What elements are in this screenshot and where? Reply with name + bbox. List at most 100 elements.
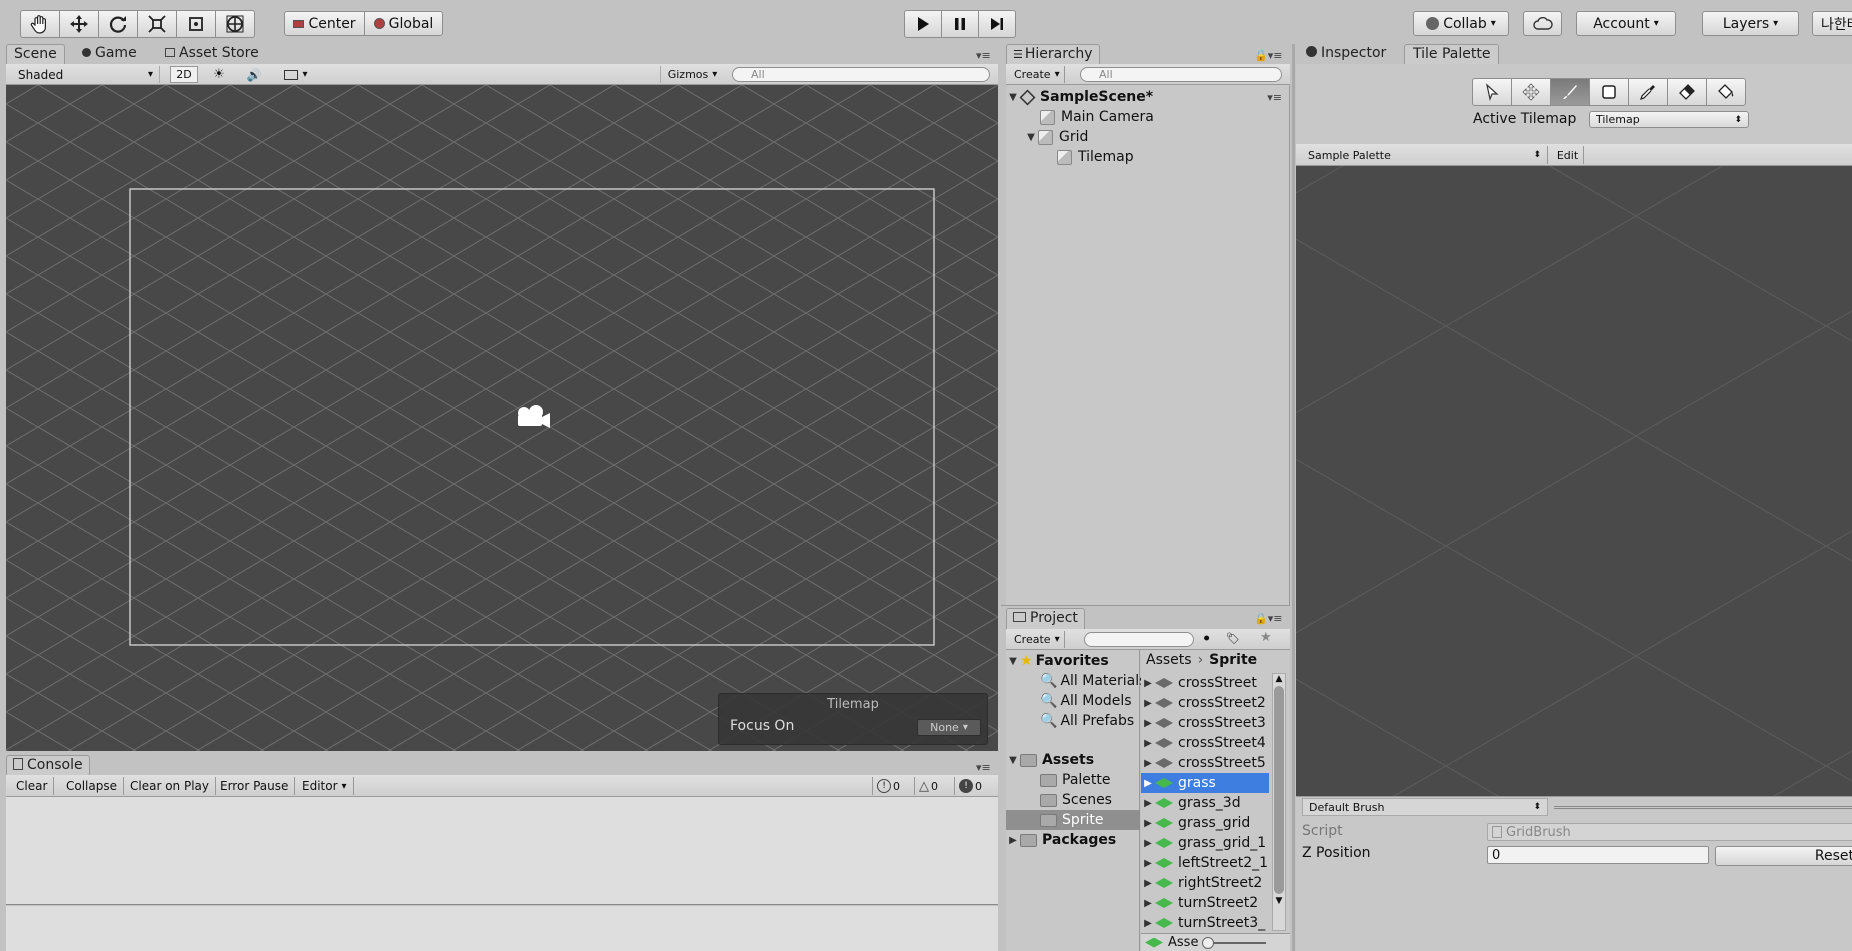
file-item[interactable]: ▶ crossStreet5	[1141, 753, 1269, 773]
file-item[interactable]: ▶ turnStreet3_	[1141, 913, 1269, 933]
filter-type-icon[interactable]: ⚫	[1202, 632, 1211, 645]
editor-dropdown[interactable]: Editor	[296, 777, 354, 795]
scene-search-input[interactable]: All	[732, 67, 990, 82]
account-dropdown[interactable]: Account	[1576, 11, 1676, 36]
panel-menu-icon[interactable]: ▾≡	[976, 49, 991, 62]
favorite-star-icon[interactable]: ★	[1260, 630, 1272, 645]
file-list-scrollbar[interactable]: ▲ ▼	[1272, 673, 1286, 931]
hierarchy-search-input[interactable]: All	[1080, 67, 1282, 82]
collapse-button[interactable]: Collapse	[60, 777, 124, 795]
project-create-dropdown[interactable]: Create	[1010, 631, 1065, 648]
file-item[interactable]: ▶ crossStreet	[1141, 673, 1269, 693]
tab-project[interactable]: Project	[1006, 608, 1085, 629]
rect-tool-button[interactable]	[176, 10, 216, 38]
palette-canvas[interactable]	[1296, 166, 1852, 796]
scroll-up-icon[interactable]: ▲	[1273, 674, 1285, 684]
layout-dropdown[interactable]: 나한테	[1812, 11, 1852, 36]
folder-item-scenes[interactable]: Scenes	[1040, 790, 1112, 810]
hand-tool-button[interactable]	[20, 10, 60, 38]
move-tool-button[interactable]	[59, 10, 99, 38]
effects-dropdown[interactable]: ▾	[276, 66, 316, 83]
2d-toggle-button[interactable]: 2D	[170, 66, 198, 83]
pivot-mode-button[interactable]: Center	[284, 11, 365, 36]
file-item[interactable]: ▶ crossStreet3	[1141, 713, 1269, 733]
tab-hierarchy[interactable]: ☰ Hierarchy	[1006, 44, 1100, 64]
clear-button[interactable]: Clear	[10, 777, 55, 795]
eraser-button[interactable]	[1667, 78, 1707, 106]
collab-dropdown[interactable]: Collab	[1413, 11, 1509, 36]
file-item[interactable]: ▶ grass_3d	[1141, 793, 1269, 813]
collapse-arrow-icon[interactable]: ▼	[1024, 132, 1038, 143]
lighting-toggle[interactable]: ☀	[205, 66, 233, 83]
tab-inspector[interactable]: Inspector	[1302, 44, 1390, 62]
cloud-button[interactable]	[1523, 11, 1562, 36]
hierarchy-create-dropdown[interactable]: Create	[1010, 66, 1065, 83]
scene-root-item[interactable]: ▼ SampleScene* ▾≡	[1006, 87, 1290, 107]
step-button[interactable]	[978, 10, 1016, 38]
scale-tool-button[interactable]	[137, 10, 177, 38]
file-item[interactable]: ▶ leftStreet2_1	[1141, 853, 1269, 873]
icon-size-slider[interactable]	[1202, 936, 1267, 949]
clear-on-play-button[interactable]: Clear on Play	[124, 777, 216, 795]
file-item-selected[interactable]: ▶ grass	[1141, 773, 1269, 793]
error-toggle[interactable]: ! 0	[954, 777, 994, 795]
scene-menu-icon[interactable]: ▾≡	[1267, 91, 1282, 104]
tab-tile-palette[interactable]: Tile Palette	[1404, 44, 1500, 64]
favorite-item-models[interactable]: 🔍 All Models	[1040, 691, 1132, 711]
rotate-tool-button[interactable]	[98, 10, 138, 38]
select-tool-button[interactable]	[1472, 78, 1512, 106]
packages-folder[interactable]: ▶ Packages	[1006, 830, 1116, 850]
file-item[interactable]: ▶ crossStreet4	[1141, 733, 1269, 753]
project-lock-icon[interactable]: 🔒▾≡	[1254, 612, 1282, 625]
audio-toggle[interactable]: 🔊	[240, 66, 268, 83]
brush-dropdown[interactable]: Default Brush ⬍	[1302, 798, 1548, 816]
favorites-section[interactable]: ▼ ★ Favorites	[1006, 651, 1109, 671]
file-item[interactable]: ▶ grass_grid	[1141, 813, 1269, 833]
move-selection-button[interactable]	[1511, 78, 1551, 106]
focus-on-dropdown[interactable]: None	[917, 719, 981, 736]
favorite-item-materials[interactable]: 🔍 All Materials	[1040, 671, 1146, 691]
file-item[interactable]: ▶ crossStreet2	[1141, 693, 1269, 713]
layers-dropdown[interactable]: Layers	[1702, 11, 1799, 36]
tab-console[interactable]: Console	[6, 755, 90, 775]
console-log-area[interactable]	[6, 797, 998, 905]
scroll-down-icon[interactable]: ▼	[1273, 896, 1285, 906]
gizmos-dropdown[interactable]: Gizmos	[660, 66, 724, 83]
shading-mode-dropdown[interactable]: Shaded	[12, 66, 160, 83]
favorite-item-prefabs[interactable]: 🔍 All Prefabs	[1040, 711, 1134, 731]
scrollbar-thumb[interactable]	[1274, 686, 1284, 894]
collapse-arrow-icon[interactable]: ▼	[1006, 92, 1020, 103]
collapse-arrow-icon[interactable]: ▼	[1006, 656, 1020, 667]
scene-viewport[interactable]: Tilemap Focus On None	[6, 85, 998, 751]
pivot-rotation-button[interactable]: Global	[364, 11, 443, 36]
reset-button[interactable]: Reset	[1715, 846, 1852, 866]
warning-toggle[interactable]: △ 0	[914, 777, 952, 795]
collapse-arrow-icon[interactable]: ▼	[1006, 755, 1020, 766]
project-search-input[interactable]	[1084, 632, 1194, 647]
folder-item-sprite[interactable]: Sprite	[1006, 810, 1140, 830]
expand-arrow-icon[interactable]: ▶	[1006, 835, 1020, 846]
file-item[interactable]: ▶ grass_grid_1	[1141, 833, 1269, 853]
folder-item-palette[interactable]: Palette	[1040, 770, 1111, 790]
file-item[interactable]: ▶ rightStreet2	[1141, 873, 1269, 893]
breadcrumb-assets[interactable]: Assets	[1146, 652, 1192, 668]
file-item[interactable]: ▶ turnStreet2	[1141, 893, 1269, 913]
z-position-input[interactable]: 0	[1487, 846, 1709, 864]
tab-scene[interactable]: Scene	[6, 44, 65, 64]
pause-button[interactable]	[941, 10, 979, 38]
tab-asset-store[interactable]: Asset Store	[163, 44, 261, 62]
log-toggle[interactable]: ! 0	[872, 777, 910, 795]
console-detail-area[interactable]	[6, 906, 998, 951]
hierarchy-item-tilemap[interactable]: Tilemap	[1057, 147, 1134, 167]
hierarchy-item-grid[interactable]: ▼ Grid	[1024, 127, 1088, 147]
edit-palette-button[interactable]: Edit	[1552, 146, 1584, 164]
flood-fill-button[interactable]	[1706, 78, 1746, 106]
transform-tool-button[interactable]	[215, 10, 255, 38]
hierarchy-item-main-camera[interactable]: Main Camera	[1040, 107, 1154, 127]
console-menu-icon[interactable]: ▾≡	[976, 761, 991, 774]
box-fill-button[interactable]	[1589, 78, 1629, 106]
tab-game[interactable]: Game	[80, 44, 139, 62]
picker-button[interactable]	[1628, 78, 1668, 106]
paint-brush-button[interactable]	[1550, 78, 1590, 106]
filter-label-icon[interactable]: 🏷	[1226, 632, 1240, 645]
